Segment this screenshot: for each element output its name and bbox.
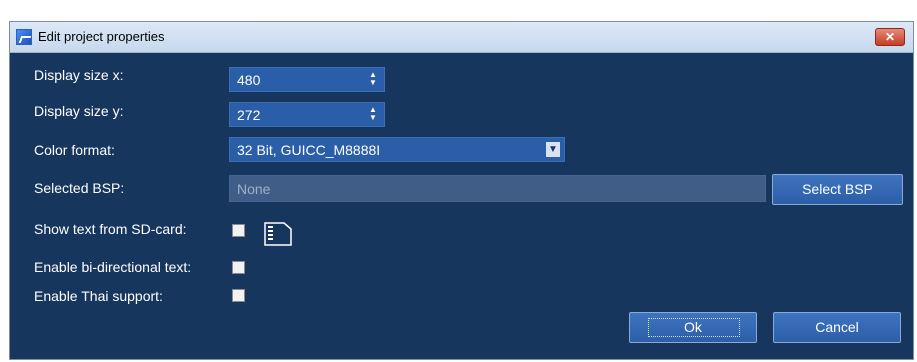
bidi-label: Enable bi-directional text:	[34, 259, 192, 275]
thai-support-checkbox[interactable]	[232, 289, 245, 302]
show-text-sd-checkbox[interactable]	[232, 224, 245, 237]
display-size-y-value: 272	[237, 107, 261, 123]
color-format-label: Color format:	[34, 142, 115, 158]
cancel-button[interactable]: Cancel	[773, 312, 901, 343]
color-format-select[interactable]: 32 Bit, GUICC_M8888I ▼	[229, 137, 565, 162]
focus-ring	[648, 318, 740, 337]
window-title: Edit project properties	[38, 29, 165, 44]
display-size-x-label: Display size x:	[34, 67, 124, 83]
color-format-value: 32 Bit, GUICC_M8888I	[237, 142, 381, 158]
spin-arrows-icon[interactable]: ▲ ▼	[368, 106, 378, 124]
chevron-down-icon[interactable]: ▼	[546, 142, 560, 157]
thai-support-label: Enable Thai support:	[34, 288, 163, 304]
display-size-x-value: 480	[237, 72, 261, 88]
selected-bsp-field: None	[229, 175, 766, 202]
close-button[interactable]: ✕	[875, 28, 905, 46]
title-bar: Edit project properties ✕	[10, 22, 913, 53]
select-bsp-button[interactable]: Select BSP	[772, 174, 903, 205]
sd-card-icon	[264, 222, 292, 246]
bidi-checkbox[interactable]	[232, 261, 245, 274]
display-size-y-label: Display size y:	[34, 103, 124, 119]
spin-arrows-icon[interactable]: ▲ ▼	[368, 71, 378, 89]
display-size-y-spinbox[interactable]: 272 ▲ ▼	[229, 102, 385, 127]
selected-bsp-placeholder: None	[237, 181, 271, 197]
dialog-body: Display size x: 480 ▲ ▼ Display size y: 2…	[10, 53, 913, 359]
dialog-window: Edit project properties ✕ Display size x…	[9, 21, 914, 360]
show-text-sd-label: Show text from SD-card:	[34, 221, 187, 237]
display-size-x-spinbox[interactable]: 480 ▲ ▼	[229, 67, 385, 92]
ok-button[interactable]: Ok	[629, 312, 757, 343]
selected-bsp-label: Selected BSP:	[34, 180, 125, 196]
app-icon	[16, 29, 32, 45]
